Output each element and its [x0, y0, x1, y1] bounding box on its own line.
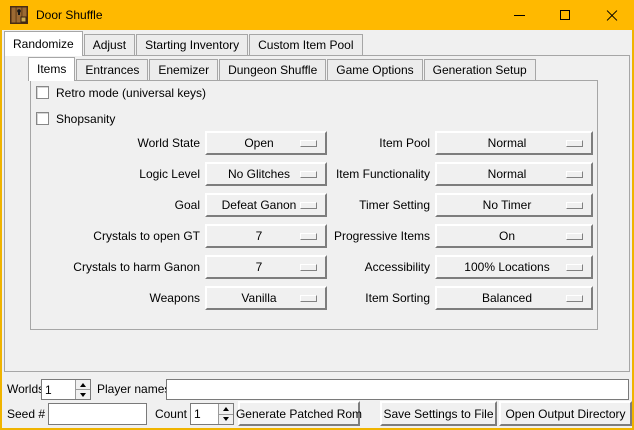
- retro-mode-checkbox[interactable]: [36, 86, 49, 99]
- crystals-harm-ganon-value: 7: [256, 260, 277, 274]
- count-input[interactable]: [191, 404, 218, 424]
- worlds-spinbox: [41, 379, 91, 400]
- logic-level-label: Logic Level: [139, 162, 200, 186]
- window-title: Door Shuffle: [36, 0, 103, 30]
- menu-indicator-icon: [300, 295, 317, 302]
- accessibility-dropdown[interactable]: 100% Locations: [435, 255, 593, 279]
- world-state-value: Open: [244, 136, 287, 150]
- tab-randomize[interactable]: Randomize: [4, 31, 83, 56]
- menu-indicator-icon: [300, 202, 317, 209]
- shopsanity-checkbox-row: Shopsanity: [36, 111, 115, 126]
- menu-indicator-icon: [566, 264, 583, 271]
- spin-up-icon: [223, 407, 229, 411]
- window-content: Randomize Adjust Starting Inventory Cust…: [2, 30, 632, 428]
- tab-enemizer[interactable]: Enemizer: [149, 59, 218, 81]
- crystals-harm-ganon-label: Crystals to harm Ganon: [73, 255, 200, 279]
- item-functionality-label: Item Functionality: [336, 162, 430, 186]
- minimize-button[interactable]: [496, 0, 542, 30]
- maximize-button[interactable]: [542, 0, 588, 30]
- goal-dropdown[interactable]: Defeat Ganon: [205, 193, 327, 217]
- weapons-value: Vanilla: [241, 291, 290, 305]
- spin-down-icon: [80, 393, 86, 397]
- crystals-open-gt-value: 7: [256, 229, 277, 243]
- menu-indicator-icon: [300, 140, 317, 147]
- titlebar[interactable]: Door Shuffle: [0, 0, 634, 30]
- minimize-icon: [514, 15, 525, 16]
- item-functionality-dropdown[interactable]: Normal: [435, 162, 593, 186]
- crystals-open-gt-label: Crystals to open GT: [93, 224, 200, 248]
- crystals-harm-ganon-dropdown[interactable]: 7: [205, 255, 327, 279]
- item-sorting-value: Balanced: [482, 291, 546, 305]
- goal-label: Goal: [175, 193, 200, 217]
- tab-dungeon-shuffle[interactable]: Dungeon Shuffle: [219, 59, 326, 81]
- player-names-label: Player names: [97, 379, 170, 400]
- tab-game-options[interactable]: Game Options: [327, 59, 422, 81]
- weapons-label: Weapons: [150, 286, 200, 310]
- world-state-label: World State: [138, 131, 200, 155]
- worlds-input[interactable]: [42, 380, 75, 399]
- close-button[interactable]: [588, 0, 634, 30]
- accessibility-value: 100% Locations: [464, 260, 563, 274]
- item-pool-value: Normal: [488, 136, 541, 150]
- sub-tab-bar: Items Entrances Enemizer Dungeon Shuffle…: [28, 57, 536, 81]
- goal-value: Defeat Ganon: [222, 198, 311, 212]
- progressive-items-dropdown[interactable]: On: [435, 224, 593, 248]
- worlds-label: Worlds: [7, 379, 44, 400]
- menu-indicator-icon: [566, 233, 583, 240]
- save-settings-button[interactable]: Save Settings to File: [380, 401, 497, 426]
- player-names-input[interactable]: [166, 379, 629, 400]
- retro-mode-checkbox-row: Retro mode (universal keys): [36, 85, 206, 100]
- menu-indicator-icon: [566, 140, 583, 147]
- menu-indicator-icon: [566, 202, 583, 209]
- spin-down-icon: [223, 417, 229, 421]
- item-sorting-dropdown[interactable]: Balanced: [435, 286, 593, 310]
- logic-level-value: No Glitches: [228, 167, 304, 181]
- shopsanity-checkbox[interactable]: [36, 112, 49, 125]
- count-spin-down-button[interactable]: [219, 414, 233, 425]
- tab-starting-inventory[interactable]: Starting Inventory: [136, 34, 248, 56]
- tab-adjust[interactable]: Adjust: [84, 34, 135, 56]
- tab-custom-item-pool[interactable]: Custom Item Pool: [249, 34, 362, 56]
- crystals-open-gt-dropdown[interactable]: 7: [205, 224, 327, 248]
- worlds-spin-buttons: [75, 380, 90, 399]
- seed-label: Seed #: [7, 403, 45, 425]
- timer-setting-label: Timer Setting: [359, 193, 430, 217]
- menu-indicator-icon: [300, 233, 317, 240]
- weapons-dropdown[interactable]: Vanilla: [205, 286, 327, 310]
- progressive-items-value: On: [499, 229, 529, 243]
- count-spin-buttons: [218, 404, 233, 424]
- accessibility-label: Accessibility: [365, 255, 430, 279]
- count-spin-up-button[interactable]: [219, 404, 233, 414]
- count-spinbox: [190, 403, 234, 425]
- retro-mode-label: Retro mode (universal keys): [56, 86, 206, 100]
- timer-setting-dropdown[interactable]: No Timer: [435, 193, 593, 217]
- generate-patched-rom-button[interactable]: Generate Patched Rom: [238, 401, 360, 426]
- world-state-dropdown[interactable]: Open: [205, 131, 327, 155]
- progressive-items-label: Progressive Items: [334, 224, 430, 248]
- tab-items[interactable]: Items: [28, 57, 75, 81]
- door-icon[interactable]: [9, 5, 29, 25]
- menu-indicator-icon: [566, 295, 583, 302]
- worlds-spin-up-button[interactable]: [76, 380, 90, 389]
- item-pool-label: Item Pool: [379, 131, 430, 155]
- timer-setting-value: No Timer: [483, 198, 546, 212]
- maximize-icon: [560, 10, 570, 20]
- item-pool-dropdown[interactable]: Normal: [435, 131, 593, 155]
- item-sorting-label: Item Sorting: [365, 286, 430, 310]
- count-label: Count: [155, 403, 187, 425]
- tab-generation-setup[interactable]: Generation Setup: [424, 59, 536, 81]
- main-tab-bar: Randomize Adjust Starting Inventory Cust…: [4, 31, 363, 56]
- tab-entrances[interactable]: Entrances: [76, 59, 148, 81]
- worlds-spin-down-button[interactable]: [76, 389, 90, 399]
- shopsanity-label: Shopsanity: [56, 112, 115, 126]
- spin-up-icon: [80, 383, 86, 387]
- seed-input[interactable]: [48, 403, 147, 425]
- logic-level-dropdown[interactable]: No Glitches: [205, 162, 327, 186]
- menu-indicator-icon: [566, 171, 583, 178]
- app-window: Door Shuffle Randomize Adjust Starting I…: [0, 0, 634, 430]
- item-functionality-value: Normal: [488, 167, 541, 181]
- menu-indicator-icon: [300, 171, 317, 178]
- open-output-directory-button[interactable]: Open Output Directory: [499, 401, 632, 426]
- menu-indicator-icon: [300, 264, 317, 271]
